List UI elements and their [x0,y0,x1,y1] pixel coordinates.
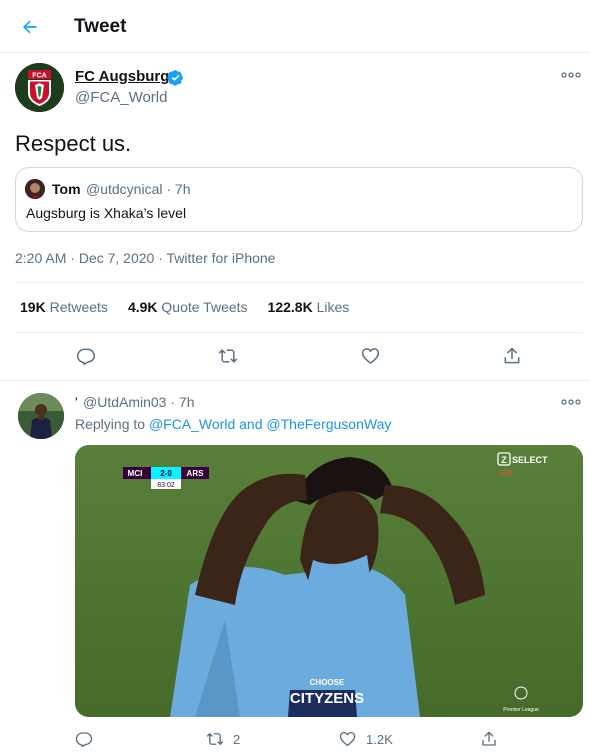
mention-link[interactable]: @TheFergusonWay [266,416,391,432]
likes-label: Likes [316,299,350,315]
back-button[interactable] [14,12,46,42]
sponsor-top: CHOOSE [310,678,345,687]
replying-and: and [239,416,263,432]
tweet-time[interactable]: 2:20 AM [15,250,66,266]
score-home: MCI [128,469,143,478]
score-value: 2-0 [160,469,172,478]
media-image[interactable]: MCI 2-0 ARS 83:02 Z SELECT LIVE CHOOSE C… [75,445,583,717]
quote-text: Augsburg is Xhaka’s level [26,205,187,221]
retweet-button[interactable] [215,343,241,369]
share-button[interactable] [499,343,525,369]
reply-author-handle[interactable]: @UtdAmin03 · 7h [83,394,194,410]
heart-icon [339,731,355,747]
reply-icon [76,348,96,366]
svg-text:Z: Z [501,455,507,465]
verified-badge-icon [167,69,184,86]
retweets-label: Retweets [49,299,108,315]
reply-like-button[interactable] [334,726,360,752]
mention-link[interactable]: @FCA_World [149,416,235,432]
quotes-count: 4.9K [127,299,158,315]
like-button[interactable] [357,343,383,369]
more-options-button[interactable] [560,68,582,82]
tweet-meta: 2:20 AM · Dec 7, 2020 · Twitter for iPho… [15,250,276,266]
heart-icon [361,348,379,364]
tweet-client[interactable]: Twitter for iPhone [167,250,276,266]
league-label: Premier League [503,707,539,713]
stats-divider-top [15,282,583,283]
share-icon [482,731,496,746]
live-badge: LIVE [499,471,512,477]
quote-avatar [25,179,45,199]
reply-reply-button[interactable] [71,726,97,752]
reply-more-options-button[interactable] [560,395,582,409]
avatar[interactable]: FCA [15,63,64,112]
score-away: ARS [187,469,205,478]
header-divider [0,52,589,53]
match-clock: 83:02 [157,482,175,489]
author-name[interactable]: FC Augsburg [75,68,169,85]
quotes-label: Quote Tweets [161,299,248,315]
stats-divider-bottom [15,332,583,333]
fca-crest-icon: FCA [15,63,64,112]
more-icon [561,72,581,78]
crest-text: FCA [32,73,46,80]
retweets-stat[interactable]: 19K Retweets [20,299,108,315]
sponsor-name: CITYZENS [290,690,364,707]
reply-author-name[interactable]: ' [75,394,78,410]
thread-divider [0,380,589,381]
page-title: Tweet [74,16,127,37]
likes-stat[interactable]: 122.8K Likes [268,299,350,315]
reply-button[interactable] [73,343,99,369]
replying-prefix: Replying to [75,416,146,432]
author-handle[interactable]: @FCA_World [75,89,167,106]
quote-tweet-card[interactable] [15,167,583,232]
like-count: 1.2K [366,732,393,747]
quote-author-handle: @utdcynical · 7h [86,181,191,197]
share-icon [504,347,520,364]
tweet-stats: 19K Retweets 4.9K Quote Tweets 122.8K Li… [20,299,349,315]
replying-to: Replying to @FCA_World and @TheFergusonW… [75,416,391,432]
reply-avatar[interactable] [18,393,64,439]
retweets-count: 19K [20,299,46,315]
more-icon [561,399,581,405]
retweet-count: 2 [233,732,241,747]
tweet-date[interactable]: Dec 7, 2020 [79,250,155,266]
reply-share-button[interactable] [476,726,502,752]
likes-count: 122.8K [267,299,313,315]
quotes-stat[interactable]: 4.9K Quote Tweets [128,299,248,315]
quote-author-name: Tom [52,181,81,197]
retweet-icon [218,349,238,363]
tweet-text: Respect us. [15,131,132,156]
channel-name: SELECT [512,455,548,465]
reply-retweet-button[interactable] [202,726,228,752]
player-photo: MCI 2-0 ARS 83:02 Z SELECT LIVE CHOOSE C… [75,445,583,717]
arrow-left-icon [23,20,37,34]
reply-icon [75,732,93,748]
retweet-icon [206,733,224,745]
